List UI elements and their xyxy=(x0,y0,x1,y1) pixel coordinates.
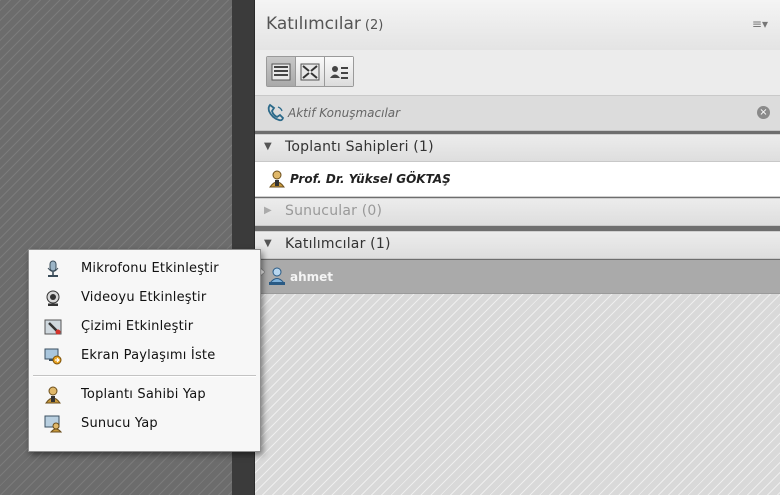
view-toolbar xyxy=(255,50,780,96)
section-hosts[interactable]: ▼ Toplantı Sahipleri (1) xyxy=(255,134,780,162)
menu-item-make-presenter[interactable]: Sunucu Yap xyxy=(29,410,260,438)
clear-speakers-icon[interactable]: × xyxy=(757,106,770,119)
active-speakers-label: Aktif Konuşmacılar xyxy=(288,106,401,120)
microphone-icon xyxy=(47,260,59,277)
participant-context-menu: Mikrofonu Etkinleştir Videoyu Etkinleşti… xyxy=(28,249,261,452)
expand-arrow-icon[interactable]: ▶ xyxy=(264,205,272,216)
pod-empty-area xyxy=(255,294,780,495)
menu-separator xyxy=(33,375,256,377)
menu-item-enable-drawing[interactable]: Çizimi Etkinleştir xyxy=(29,313,260,341)
list-item-host[interactable]: Prof. Dr. Yüksel GÖKTAŞ xyxy=(255,162,780,197)
list-item-participant[interactable]: ahmet xyxy=(255,260,780,294)
menu-item-make-host[interactable]: Toplantı Sahibi Yap xyxy=(29,381,260,409)
pod-title-text: Katılımcılar xyxy=(266,14,361,34)
collapse-arrow-icon[interactable]: ▼ xyxy=(264,141,272,152)
collapse-arrow-icon[interactable]: ▼ xyxy=(264,238,272,249)
menu-item-label: Toplantı Sahibi Yap xyxy=(81,387,206,402)
phone-icon xyxy=(267,103,285,122)
participant-user-icon xyxy=(268,267,286,285)
menu-item-enable-microphone[interactable]: Mikrofonu Etkinleştir xyxy=(29,255,260,283)
participant-name: ahmet xyxy=(290,270,334,284)
drawing-icon xyxy=(44,319,62,335)
menu-item-label: Sunucu Yap xyxy=(81,416,158,431)
menu-item-label: Ekran Paylaşımı İste xyxy=(81,348,216,363)
section-presenters[interactable]: ▶ Sunucular (0) xyxy=(255,198,780,226)
detail-view-icon xyxy=(330,65,348,79)
pod-title: Katılımcılar (2) xyxy=(266,14,383,34)
grid-view-icon xyxy=(300,63,320,80)
screen-share-icon xyxy=(44,348,62,365)
section-presenters-label: Sunucular (0) xyxy=(285,203,383,219)
menu-item-label: Videoyu Etkinleştir xyxy=(81,290,207,305)
pod-header: Katılımcılar (2) ≡▾ xyxy=(255,0,780,51)
list-view-icon xyxy=(271,63,291,80)
section-participants[interactable]: ▼ Katılımcılar (1) xyxy=(255,231,780,259)
section-hosts-label: Toplantı Sahipleri (1) xyxy=(285,139,434,155)
attendee-count: (2) xyxy=(364,18,384,33)
webcam-icon xyxy=(46,290,60,306)
list-view-button[interactable] xyxy=(267,57,296,86)
pod-options-menu-icon[interactable]: ≡▾ xyxy=(752,17,768,31)
make-presenter-icon xyxy=(44,415,62,433)
grid-view-button[interactable] xyxy=(296,57,325,86)
menu-item-label: Çizimi Etkinleştir xyxy=(81,319,194,334)
active-speakers-bar: Aktif Konuşmacılar × xyxy=(255,96,780,131)
detail-view-button[interactable] xyxy=(325,57,353,86)
section-participants-label: Katılımcılar (1) xyxy=(285,236,391,252)
host-name: Prof. Dr. Yüksel GÖKTAŞ xyxy=(290,172,451,186)
host-user-icon xyxy=(269,170,285,188)
make-host-icon xyxy=(45,386,61,404)
attendees-pod: Katılımcılar (2) ≡▾ Aktif Konuşmacılar ×… xyxy=(255,0,780,495)
menu-item-label: Mikrofonu Etkinleştir xyxy=(81,261,219,276)
menu-item-request-screen-share[interactable]: Ekran Paylaşımı İste xyxy=(29,342,260,370)
view-switcher xyxy=(266,56,354,87)
menu-item-enable-video[interactable]: Videoyu Etkinleştir xyxy=(29,284,260,312)
